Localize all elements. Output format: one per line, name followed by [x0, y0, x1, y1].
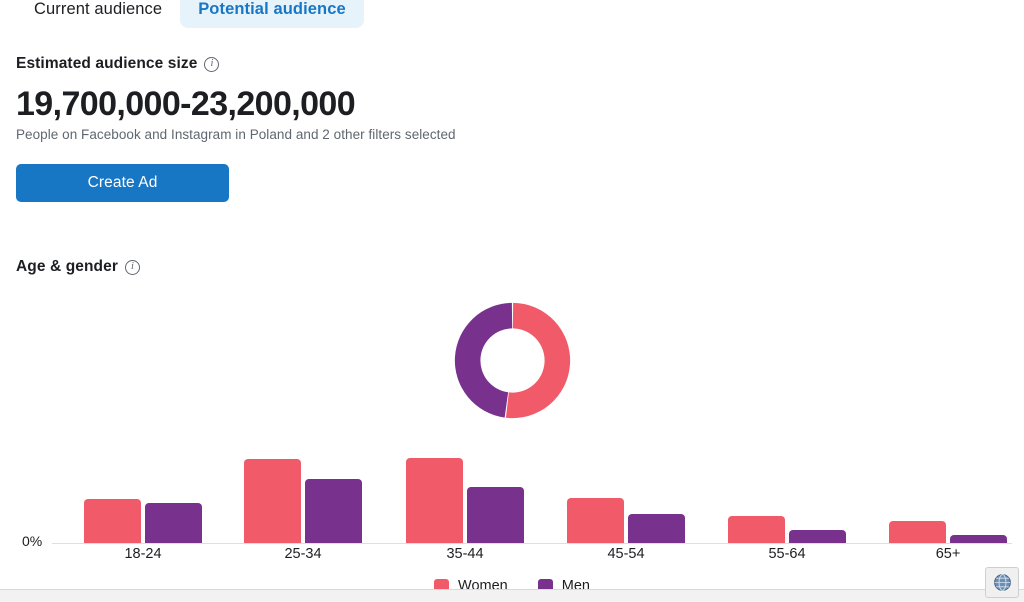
info-icon[interactable]: i: [124, 259, 140, 275]
age-gender-heading-row: Age & gender i: [16, 258, 140, 276]
bar-group-18-24: [84, 499, 202, 543]
bar-men-65+[interactable]: [950, 535, 1007, 543]
bar-women-25-34[interactable]: [244, 459, 301, 543]
age-gender-heading: Age & gender: [16, 258, 118, 275]
bar-group-35-44: [406, 458, 524, 543]
bar-men-18-24[interactable]: [145, 503, 202, 543]
estimated-audience-heading-row: Estimated audience size i: [16, 55, 456, 73]
estimated-audience-heading: Estimated audience size: [16, 55, 198, 72]
bar-women-35-44[interactable]: [406, 458, 463, 543]
bar-group-45-54: [567, 498, 685, 543]
bar-group-25-34: [244, 459, 362, 543]
tab-current-audience[interactable]: Current audience: [16, 0, 180, 28]
x-axis-label-45-54: 45-54: [607, 546, 645, 562]
browser-status-bar: [0, 589, 1024, 602]
x-axis-label-55-64: 55-64: [768, 546, 806, 562]
x-axis-label-18-24: 18-24: [124, 546, 162, 562]
bar-group-55-64: [728, 516, 846, 543]
bar-women-45-54[interactable]: [567, 498, 624, 543]
age-gender-chart: 0% 18-24 25-34 35-44 45-54 55-64 65+: [0, 288, 1024, 564]
bar-men-55-64[interactable]: [789, 530, 846, 543]
x-axis-label-35-44: 35-44: [446, 546, 484, 562]
donut-slice-women[interactable]: [505, 302, 571, 419]
bar-women-55-64[interactable]: [728, 516, 785, 543]
bar-women-65+[interactable]: [889, 521, 946, 543]
audience-size-note: People on Facebook and Instagram in Pola…: [16, 127, 456, 143]
tab-potential-audience[interactable]: Potential audience: [180, 0, 364, 28]
donut-slice-men[interactable]: [454, 302, 513, 418]
x-axis-label-25-34: 25-34: [284, 546, 322, 562]
info-icon[interactable]: i: [204, 56, 220, 72]
globe-icon[interactable]: [985, 567, 1019, 598]
age-gender-section: Age & gender i: [16, 258, 140, 276]
age-bar-chart: 0%: [0, 448, 1024, 549]
x-axis-label-65+: 65+: [935, 546, 961, 562]
chart-baseline: [52, 543, 1012, 544]
bar-men-45-54[interactable]: [628, 514, 685, 543]
audience-tabbar: Current audience Potential audience: [0, 0, 1024, 28]
bar-group-65+: [889, 521, 1007, 543]
bar-men-35-44[interactable]: [467, 487, 524, 543]
estimated-audience-section: Estimated audience size i 19,700,000-23,…: [16, 55, 456, 203]
create-ad-button[interactable]: Create Ad: [16, 164, 229, 203]
gender-donut-chart: [454, 302, 571, 419]
x-axis-category-labels: 18-24 25-34 35-44 45-54 55-64 65+: [0, 546, 1024, 566]
bar-men-25-34[interactable]: [305, 479, 362, 543]
audience-size-value: 19,700,000-23,200,000: [16, 85, 356, 123]
bar-women-18-24[interactable]: [84, 499, 141, 543]
globe-icon-glyph: [993, 574, 1011, 591]
